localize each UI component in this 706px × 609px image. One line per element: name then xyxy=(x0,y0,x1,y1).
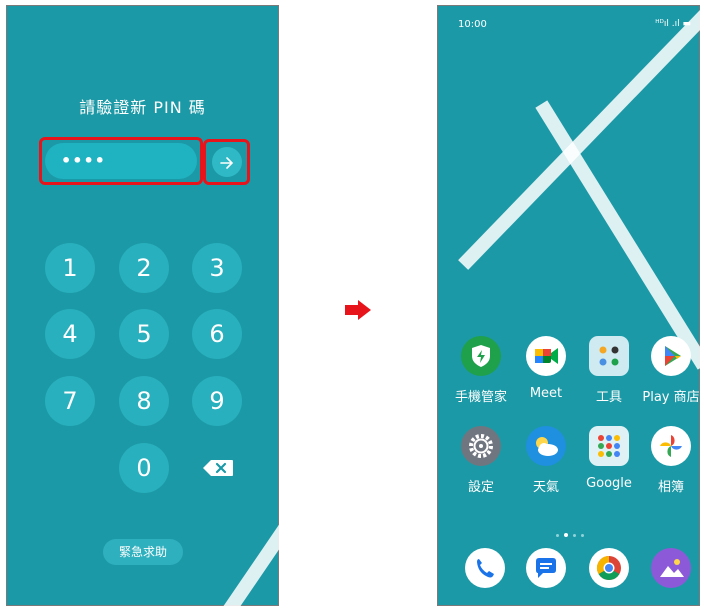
submit-highlight xyxy=(203,139,250,185)
page-dot-active[interactable] xyxy=(564,533,568,537)
key-7[interactable]: 7 xyxy=(45,376,95,426)
key-9[interactable]: 9 xyxy=(192,376,242,426)
page-dot[interactable] xyxy=(581,534,584,537)
messages-icon[interactable] xyxy=(526,548,566,588)
backspace-icon[interactable] xyxy=(202,459,234,477)
home-screen: 10:00 ᴴᴰıl .ıl ▬ 手機管家 Meet 工具 Play 商店 設定… xyxy=(437,5,700,606)
app-label-photos: 相簿 xyxy=(657,480,684,495)
google-folder-icon[interactable] xyxy=(589,426,629,466)
page-dot[interactable] xyxy=(573,534,576,537)
app-label-weather: 天氣 xyxy=(532,480,559,495)
weather-icon[interactable] xyxy=(526,426,566,466)
app-label-settings: 設定 xyxy=(467,480,494,495)
key-6[interactable]: 6 xyxy=(192,309,242,359)
pin-verify-screen: 請驗證新 PIN 碼 •••• 1 2 3 4 5 6 7 8 9 0 緊急求助 xyxy=(6,5,279,606)
google-meet-icon[interactable] xyxy=(526,336,566,376)
photos-icon[interactable] xyxy=(651,426,691,466)
status-icons: ᴴᴰıl .ıl ▬ xyxy=(655,19,691,29)
phone-manager-icon[interactable] xyxy=(461,336,501,376)
red-arrow-right-icon xyxy=(345,300,371,320)
tools-folder-icon[interactable] xyxy=(589,336,629,376)
key-0[interactable]: 0 xyxy=(119,443,169,493)
play-store-icon[interactable] xyxy=(651,336,691,376)
emergency-call-button[interactable]: 緊急求助 xyxy=(103,539,183,565)
phone-icon[interactable] xyxy=(465,548,505,588)
settings-icon[interactable] xyxy=(461,426,501,466)
gallery-icon[interactable] xyxy=(651,548,691,588)
pin-input-highlight xyxy=(39,137,203,185)
key-2[interactable]: 2 xyxy=(119,243,169,293)
page-dot[interactable] xyxy=(556,534,559,537)
key-4[interactable]: 4 xyxy=(45,309,95,359)
key-5[interactable]: 5 xyxy=(119,309,169,359)
app-label-meet: Meet xyxy=(529,386,563,401)
key-3[interactable]: 3 xyxy=(192,243,242,293)
app-label-play-store: Play 商店 xyxy=(642,390,700,405)
chrome-icon[interactable] xyxy=(589,548,629,588)
status-time: 10:00 xyxy=(458,19,487,30)
app-label-phone-manager: 手機管家 xyxy=(454,390,507,405)
key-8[interactable]: 8 xyxy=(119,376,169,426)
pin-title: 請驗證新 PIN 碼 xyxy=(79,98,206,117)
page-indicator xyxy=(556,522,589,541)
key-1[interactable]: 1 xyxy=(45,243,95,293)
